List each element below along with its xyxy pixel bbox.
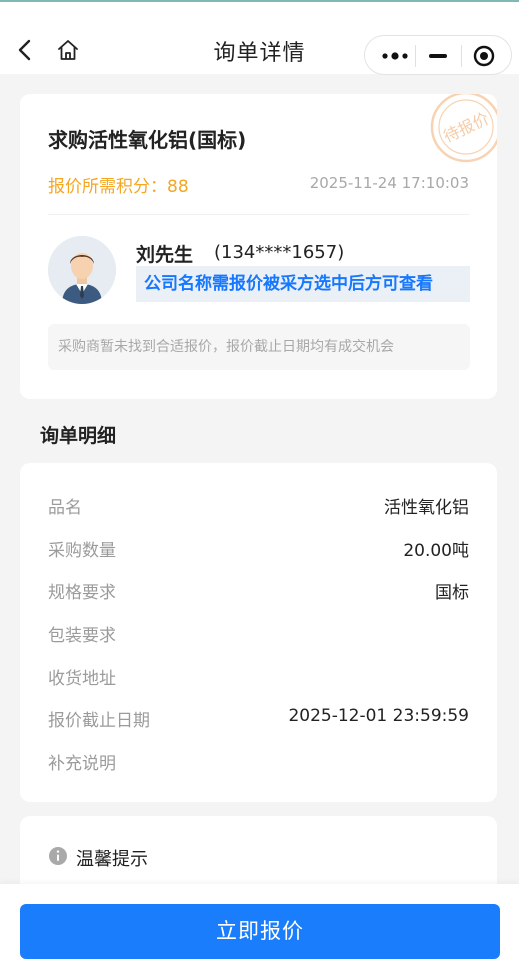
detail-row: 补充说明 <box>48 749 469 779</box>
publish-datetime: 2025-11-24 17:10:03 <box>309 174 469 192</box>
person-avatar-icon <box>48 236 116 304</box>
company-name-notice: 公司名称需报价被采方选中后方可查看 <box>136 266 470 302</box>
detail-row: 品名 活性氧化铝 <box>48 493 469 523</box>
detail-value: 国标 <box>435 583 469 603</box>
detail-row: 采购数量 20.00吨 <box>48 536 469 566</box>
detail-label: 规格要求 <box>48 583 116 603</box>
capsule-divider <box>415 45 416 67</box>
detail-row: 收货地址 <box>48 664 469 694</box>
detail-value: 20.00吨 <box>403 541 469 561</box>
detail-label: 采购数量 <box>48 541 116 561</box>
points-value: 88 <box>167 177 189 197</box>
detail-label: 报价截止日期 <box>48 711 150 731</box>
points-label: 报价所需积分： <box>48 177 167 197</box>
svg-text:待报价: 待报价 <box>440 109 492 147</box>
detail-row: 报价截止日期 2025-12-01 23:59:59 <box>48 706 469 736</box>
contact-phone: (134****1657) <box>214 242 345 263</box>
warm-tip-title: 温馨提示 <box>76 849 148 870</box>
detail-label: 补充说明 <box>48 754 116 774</box>
detail-row: 规格要求 国标 <box>48 578 469 608</box>
pending-quote-stamp-icon: 待报价 <box>430 94 497 163</box>
inquiry-summary-card: 待报价 求购活性氧化铝(国标) 报价所需积分：88 2025-11-24 17:… <box>20 94 497 399</box>
section-title: 询单明细 <box>40 425 117 447</box>
detail-label: 收货地址 <box>48 669 116 689</box>
minimize-icon[interactable] <box>429 54 447 58</box>
info-icon <box>49 847 67 865</box>
detail-row: 包装要求 <box>48 621 469 651</box>
required-points: 报价所需积分：88 <box>48 172 189 197</box>
contact-name: 刘先生 <box>136 244 194 266</box>
avatar <box>48 236 116 304</box>
inquiry-detail-card: 品名 活性氧化铝 采购数量 20.00吨 规格要求 国标 包装要求 收货地址 报… <box>20 463 497 802</box>
quote-tip: 采购商暂未找到合适报价，报价截止日期均有成交机会 <box>48 324 470 370</box>
top-nav-bar: 询单详情 <box>0 0 519 75</box>
miniprogram-capsule <box>364 35 512 75</box>
close-target-icon[interactable] <box>473 45 495 67</box>
more-dots-icon[interactable] <box>382 51 408 61</box>
detail-value: 2025-12-01 23:59:59 <box>288 706 469 726</box>
bottom-action-bar: 立即报价 <box>0 884 519 978</box>
product-title: 求购活性氧化铝(国标) <box>48 128 247 152</box>
detail-label: 包装要求 <box>48 626 116 646</box>
detail-value: 活性氧化铝 <box>384 498 469 518</box>
detail-label: 品名 <box>48 498 82 518</box>
quote-now-button[interactable]: 立即报价 <box>20 904 500 959</box>
capsule-divider <box>461 45 462 67</box>
divider <box>48 214 469 215</box>
